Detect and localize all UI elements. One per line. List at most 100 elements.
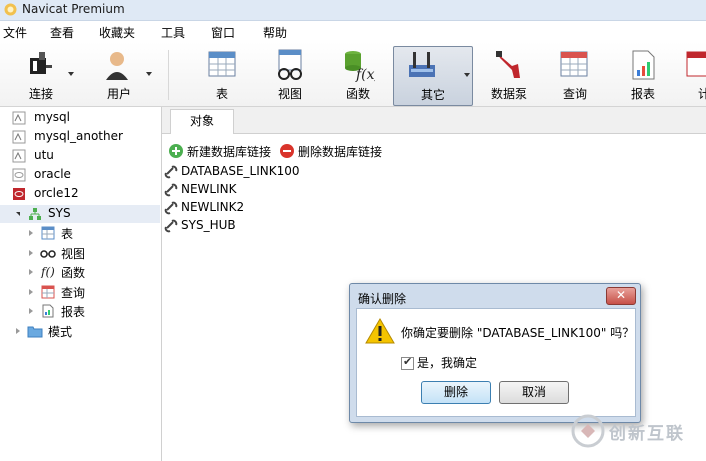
datapump-label: 数据泵	[490, 87, 527, 101]
expand-open-icon[interactable]	[16, 212, 20, 216]
tree-conn-label: mysql_another	[34, 129, 123, 143]
delete-db-link-label: 删除数据库链接	[298, 145, 383, 159]
report-button[interactable]: 报表	[614, 46, 672, 104]
tree-node-label: 函数	[61, 266, 86, 280]
expand-closed-icon[interactable]	[29, 308, 33, 314]
cancel-button[interactable]: 取消	[499, 381, 569, 404]
svg-text:f(x): f(x)	[355, 67, 375, 82]
mysql-db-icon	[12, 111, 26, 125]
user-dropdown-icon[interactable]	[146, 72, 152, 76]
view-button[interactable]: 视图	[260, 46, 320, 104]
query-icon	[560, 51, 588, 77]
menu-window[interactable]: 窗口	[211, 24, 235, 41]
tree-conn-mysql-another[interactable]: mysql_another	[12, 128, 160, 146]
list-item[interactable]: SYS_HUB	[164, 217, 304, 235]
connect-button[interactable]: 连接	[6, 46, 76, 104]
link-icon	[164, 219, 178, 233]
tree-node-functions[interactable]: f() 函数	[0, 263, 160, 281]
tree-conn-utu[interactable]: utu	[12, 147, 160, 165]
tree-node-label: 视图	[61, 247, 86, 261]
tab-objects[interactable]: 对象	[170, 109, 234, 134]
expand-closed-icon[interactable]	[29, 289, 33, 295]
function-label: 函数	[345, 87, 370, 101]
delete-db-link-button[interactable]: 删除数据库链接	[279, 141, 391, 161]
table-icon	[41, 226, 55, 240]
query-button[interactable]: 查询	[546, 46, 604, 104]
query-icon	[41, 285, 55, 299]
connect-dropdown-icon[interactable]	[68, 72, 74, 76]
new-db-link-label: 新建数据库链接	[187, 145, 272, 159]
menu-bar: 文件 查看 收藏夹 工具 窗口 帮助	[0, 21, 706, 41]
menu-file[interactable]: 文件	[3, 24, 27, 41]
check-icon: ✔	[403, 355, 413, 368]
tree-node-tables[interactable]: 表	[0, 224, 160, 242]
confirm-checkbox[interactable]: ✔	[401, 355, 414, 370]
function-icon: f()	[40, 265, 55, 278]
main-toolbar: 连接 用户 表 视图 f(x)	[0, 42, 706, 107]
expand-closed-icon[interactable]	[29, 230, 33, 236]
tree-node-label: 模式	[48, 325, 73, 339]
expand-closed-icon[interactable]	[29, 250, 33, 256]
table-button[interactable]: 表	[192, 46, 252, 104]
watermark-logo-icon	[571, 414, 605, 448]
oracle-db-icon	[12, 168, 26, 182]
tree-node-label: 表	[61, 227, 74, 241]
watermark: 创新互联	[569, 411, 706, 451]
new-db-link-button[interactable]: 新建数据库链接	[168, 141, 276, 161]
tree-conn-label: utu	[34, 148, 54, 162]
other-button[interactable]: 其它	[393, 46, 473, 106]
view-glasses-icon	[278, 49, 302, 80]
connect-label: 连接	[28, 87, 53, 101]
add-icon	[169, 144, 183, 158]
tree-conn-mysql[interactable]: mysql	[12, 109, 160, 127]
menu-help[interactable]: 帮助	[263, 24, 287, 41]
tree-node-queries[interactable]: 查询	[0, 283, 160, 301]
object-name: DATABASE_LINK100	[181, 164, 300, 178]
close-button[interactable]: ✕	[606, 287, 636, 305]
list-item[interactable]: NEWLINK2	[164, 199, 304, 217]
function-icon: f(x)	[345, 51, 375, 82]
link-icon	[164, 183, 178, 197]
link-icon	[164, 165, 178, 179]
menu-favorites[interactable]: 收藏夹	[99, 24, 135, 41]
schema-icon	[29, 208, 41, 220]
watermark-text: 创新互联	[609, 424, 685, 444]
tree-node-reports[interactable]: 报表	[0, 302, 160, 320]
other-tools-icon	[409, 52, 436, 77]
connection-tree: mysql mysql_another utu oracle orcle12 S…	[0, 107, 162, 461]
expand-closed-icon[interactable]	[29, 269, 33, 275]
menu-view[interactable]: 查看	[50, 24, 74, 41]
tree-conn-orcle12[interactable]: orcle12	[12, 185, 160, 203]
delete-button[interactable]: 删除	[421, 381, 491, 404]
svg-text:f(): f()	[40, 265, 55, 278]
delete-icon	[280, 144, 294, 158]
tree-node-label: 报表	[61, 305, 86, 319]
other-dropdown-icon[interactable]	[464, 73, 470, 77]
list-item[interactable]: DATABASE_LINK100	[164, 163, 304, 181]
dialog-title: 确认删除	[358, 292, 407, 306]
object-name: NEWLINK	[181, 182, 237, 196]
table-icon	[208, 51, 236, 77]
object-name: SYS_HUB	[181, 218, 236, 232]
datapump-button[interactable]: 数据泵	[480, 46, 538, 104]
user-label: 用户	[106, 87, 131, 101]
tree-schema-sys[interactable]: SYS	[0, 205, 160, 223]
report-label: 报表	[630, 87, 655, 101]
object-name: NEWLINK2	[181, 200, 245, 214]
tree-conn-label: orcle12	[34, 186, 79, 200]
folder-icon	[27, 326, 43, 338]
menu-tools[interactable]: 工具	[161, 24, 185, 41]
user-button[interactable]: 用户	[84, 46, 154, 104]
dialog-message: 你确定要删除 "DATABASE_LINK100" 吗？	[401, 326, 635, 340]
tree-node-label: 查询	[61, 286, 86, 300]
function-button[interactable]: f(x) 函数	[328, 46, 388, 104]
truncated-toolbar-button[interactable]: 计	[682, 46, 706, 104]
table-label: 表	[215, 87, 228, 101]
list-item[interactable]: NEWLINK	[164, 181, 304, 199]
tree-conn-oracle[interactable]: oracle	[12, 166, 160, 184]
confirm-checkbox-label[interactable]: 是，我确定	[417, 354, 477, 371]
tree-node-mode[interactable]: 模式	[0, 322, 160, 340]
expand-closed-icon[interactable]	[16, 328, 20, 334]
tree-node-views[interactable]: 视图	[0, 244, 160, 262]
close-icon: ✕	[615, 288, 627, 302]
